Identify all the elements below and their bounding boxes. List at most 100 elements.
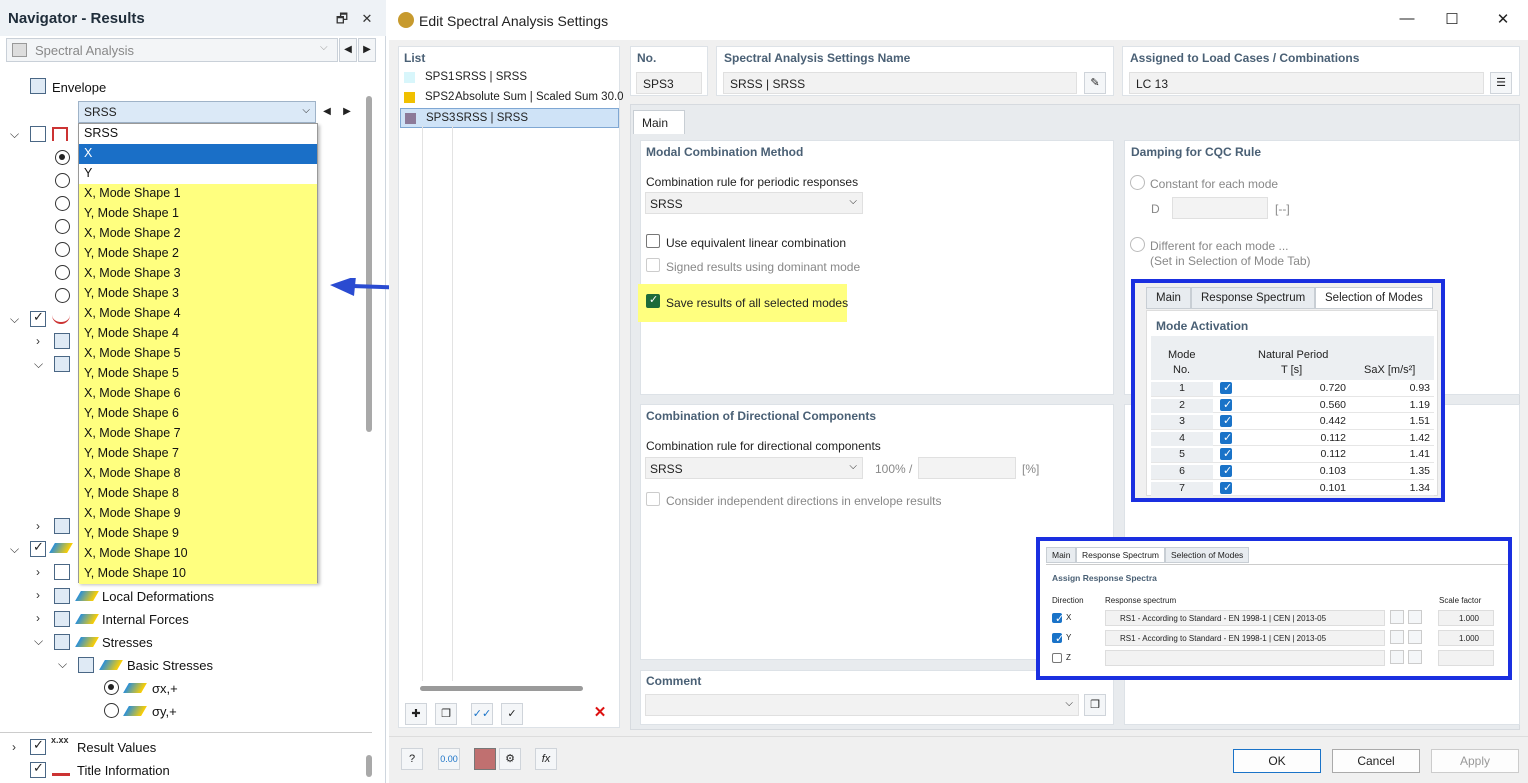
- new-spectrum-icon[interactable]: [1390, 630, 1404, 644]
- assign-icon[interactable]: ☰: [1490, 72, 1512, 94]
- minimize-icon[interactable]: —: [1396, 10, 1418, 32]
- mode-checkbox[interactable]: [1220, 398, 1232, 411]
- chevron-right-icon[interactable]: ›: [36, 588, 40, 602]
- dropdown-option[interactable]: X, Mode Shape 7: [79, 424, 317, 444]
- radio-option[interactable]: [55, 196, 70, 211]
- edit-name-icon[interactable]: ✎: [1084, 72, 1106, 94]
- edit-spectrum-icon[interactable]: [1408, 650, 1422, 664]
- chevron-down-icon[interactable]: ⌵: [34, 357, 43, 372]
- local-deformations-checkbox[interactable]: [54, 588, 70, 604]
- tree-checkbox-checked[interactable]: ✓: [30, 539, 46, 557]
- color-icon[interactable]: [474, 748, 496, 770]
- new-spectrum-icon[interactable]: [1390, 650, 1404, 664]
- sigma-y-radio[interactable]: [104, 703, 119, 718]
- internal-forces-checkbox[interactable]: [54, 611, 70, 627]
- uncheck-icon[interactable]: ✓: [501, 703, 523, 725]
- settings-icon[interactable]: ⚙: [499, 748, 521, 770]
- constant-radio[interactable]: [1130, 175, 1145, 190]
- d-field[interactable]: [1172, 197, 1268, 219]
- mode-checkbox[interactable]: [1220, 481, 1232, 494]
- tab-response-spectrum[interactable]: Response Spectrum: [1191, 287, 1316, 309]
- ok-button[interactable]: OK: [1233, 749, 1321, 773]
- envelope-checkbox[interactable]: [30, 78, 46, 94]
- radio-option[interactable]: [55, 242, 70, 257]
- chevron-down-icon[interactable]: ⌵: [10, 312, 19, 327]
- direction-checkbox[interactable]: [1052, 612, 1064, 625]
- comment-field[interactable]: ⌵: [645, 694, 1079, 716]
- dropdown-option[interactable]: Y, Mode Shape 10: [79, 564, 317, 584]
- units-icon[interactable]: 0.00: [438, 748, 460, 770]
- envelope-select[interactable]: SRSS ⌵: [78, 101, 316, 123]
- comment-library-icon[interactable]: ❐: [1084, 694, 1106, 716]
- edit-spectrum-icon[interactable]: [1408, 630, 1422, 644]
- dropdown-option[interactable]: X, Mode Shape 8: [79, 464, 317, 484]
- copy-item-icon[interactable]: ❐: [435, 703, 457, 725]
- restore-icon[interactable]: 🗗: [333, 10, 351, 28]
- dropdown-option[interactable]: X, Mode Shape 10: [79, 544, 317, 564]
- mode-checkbox[interactable]: [1220, 381, 1232, 394]
- chevron-down-icon[interactable]: ⌵: [58, 657, 67, 672]
- prev-button[interactable]: ◀: [339, 38, 357, 62]
- tree-checkbox-checked[interactable]: ✓: [30, 309, 46, 327]
- formula-icon[interactable]: fx: [535, 748, 557, 770]
- mode-checkbox[interactable]: [1220, 431, 1232, 444]
- list-scrollbar[interactable]: [420, 686, 583, 691]
- dropdown-option[interactable]: X, Mode Shape 9: [79, 504, 317, 524]
- results-type-combo[interactable]: Spectral Analysis: [6, 38, 338, 62]
- list-item[interactable]: SPS3 SRSS | SRSS: [400, 108, 619, 128]
- radio-option[interactable]: [55, 219, 70, 234]
- tab-main[interactable]: Main: [1046, 547, 1077, 563]
- sigma-x-radio[interactable]: [104, 680, 119, 695]
- close-icon[interactable]: ✕: [1492, 10, 1514, 32]
- scale-factor-field[interactable]: 1.000: [1438, 610, 1494, 626]
- scrollbar-thumb[interactable]: [366, 96, 372, 432]
- scale-factor-field[interactable]: [1438, 650, 1494, 666]
- radio-option[interactable]: [55, 265, 70, 280]
- save-results-checkbox[interactable]: [646, 293, 660, 308]
- tab-main[interactable]: Main: [1146, 287, 1191, 309]
- chevron-right-icon[interactable]: ›: [36, 519, 40, 533]
- dropdown-option[interactable]: Y, Mode Shape 6: [79, 404, 317, 424]
- mode-checkbox[interactable]: [1220, 447, 1232, 461]
- chevron-right-icon[interactable]: ›: [36, 611, 40, 625]
- tab-selection-of-modes[interactable]: Selection of Modes: [1315, 287, 1433, 309]
- scale-factor-field[interactable]: 1.000: [1438, 630, 1494, 646]
- spectrum-select[interactable]: RS1 - According to Standard - EN 1998-1 …: [1105, 630, 1385, 646]
- dropdown-option[interactable]: Y, Mode Shape 9: [79, 524, 317, 544]
- assigned-field[interactable]: LC 13: [1129, 72, 1484, 94]
- tree-checkbox[interactable]: [54, 564, 70, 580]
- tree-checkbox[interactable]: [54, 518, 70, 534]
- equiv-linear-checkbox[interactable]: [646, 234, 660, 248]
- spectrum-select[interactable]: [1105, 650, 1385, 666]
- spectrum-select[interactable]: RS1 - According to Standard - EN 1998-1 …: [1105, 610, 1385, 626]
- dropdown-option[interactable]: X, Mode Shape 5: [79, 344, 317, 364]
- new-spectrum-icon[interactable]: [1390, 610, 1404, 624]
- dropdown-option[interactable]: X, Mode Shape 4: [79, 304, 317, 324]
- close-icon[interactable]: ✕: [358, 10, 376, 28]
- dropdown-option[interactable]: Y, Mode Shape 1: [79, 204, 317, 224]
- radio-option[interactable]: [55, 150, 70, 165]
- dropdown-option[interactable]: Y: [79, 164, 317, 184]
- result-values-checkbox[interactable]: ✓: [30, 737, 46, 755]
- chevron-right-icon[interactable]: ›: [12, 740, 16, 754]
- tree-checkbox[interactable]: [30, 126, 46, 142]
- help-icon[interactable]: ?: [401, 748, 423, 770]
- chevron-right-icon[interactable]: ›: [36, 334, 40, 348]
- dropdown-option[interactable]: Y, Mode Shape 2: [79, 244, 317, 264]
- list-item[interactable]: SPS1 SRSS | SRSS: [400, 68, 619, 88]
- dropdown-option[interactable]: X, Mode Shape 3: [79, 264, 317, 284]
- mode-checkbox[interactable]: [1220, 414, 1232, 428]
- chevron-down-icon[interactable]: ⌵: [10, 542, 19, 557]
- tab-response-spectrum[interactable]: Response Spectrum: [1076, 547, 1166, 563]
- scrollbar-thumb[interactable]: [366, 755, 372, 777]
- different-radio[interactable]: [1130, 237, 1145, 252]
- next-option-button[interactable]: ▶: [338, 101, 356, 123]
- name-field[interactable]: SRSS | SRSS: [723, 72, 1077, 94]
- stresses-checkbox[interactable]: [54, 634, 70, 650]
- dropdown-option[interactable]: SRSS: [79, 124, 317, 144]
- maximize-icon[interactable]: ☐: [1441, 10, 1463, 32]
- apply-button[interactable]: Apply: [1431, 749, 1519, 773]
- dropdown-option[interactable]: X, Mode Shape 1: [79, 184, 317, 204]
- chevron-down-icon[interactable]: ⌵: [10, 127, 19, 142]
- directional-rule-select[interactable]: SRSS ⌵: [645, 457, 863, 479]
